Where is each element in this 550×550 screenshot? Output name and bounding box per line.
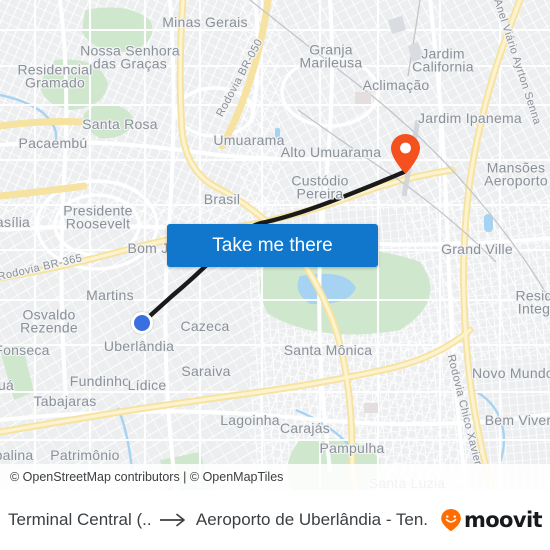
origin-station-label: Terminal Central (...	[8, 510, 150, 529]
moovit-wordmark: moovit	[463, 508, 543, 532]
attribution-text: © OpenStreetMap contributors | © OpenMap…	[10, 470, 284, 484]
arrow-right-icon	[159, 512, 187, 528]
map-attribution: © OpenStreetMap contributors | © OpenMap…	[0, 464, 550, 490]
moovit-logo[interactable]: moovit	[440, 508, 543, 532]
take-me-there-button[interactable]: Take me there	[167, 224, 378, 267]
origin-dot-icon[interactable]	[131, 312, 153, 334]
take-me-there-label: Take me there	[212, 234, 333, 256]
moovit-trip-map-card: Minas Gerais Nossa Senhora das Graças Granj…	[0, 0, 550, 550]
destination-station-label: Aeroporto de Uberlândia - Ten...	[195, 510, 427, 529]
trip-footer: Terminal Central (... Aeroporto de Uberl…	[0, 490, 550, 550]
moovit-pin-icon	[441, 509, 461, 532]
destination-pin-icon[interactable]	[390, 133, 421, 175]
